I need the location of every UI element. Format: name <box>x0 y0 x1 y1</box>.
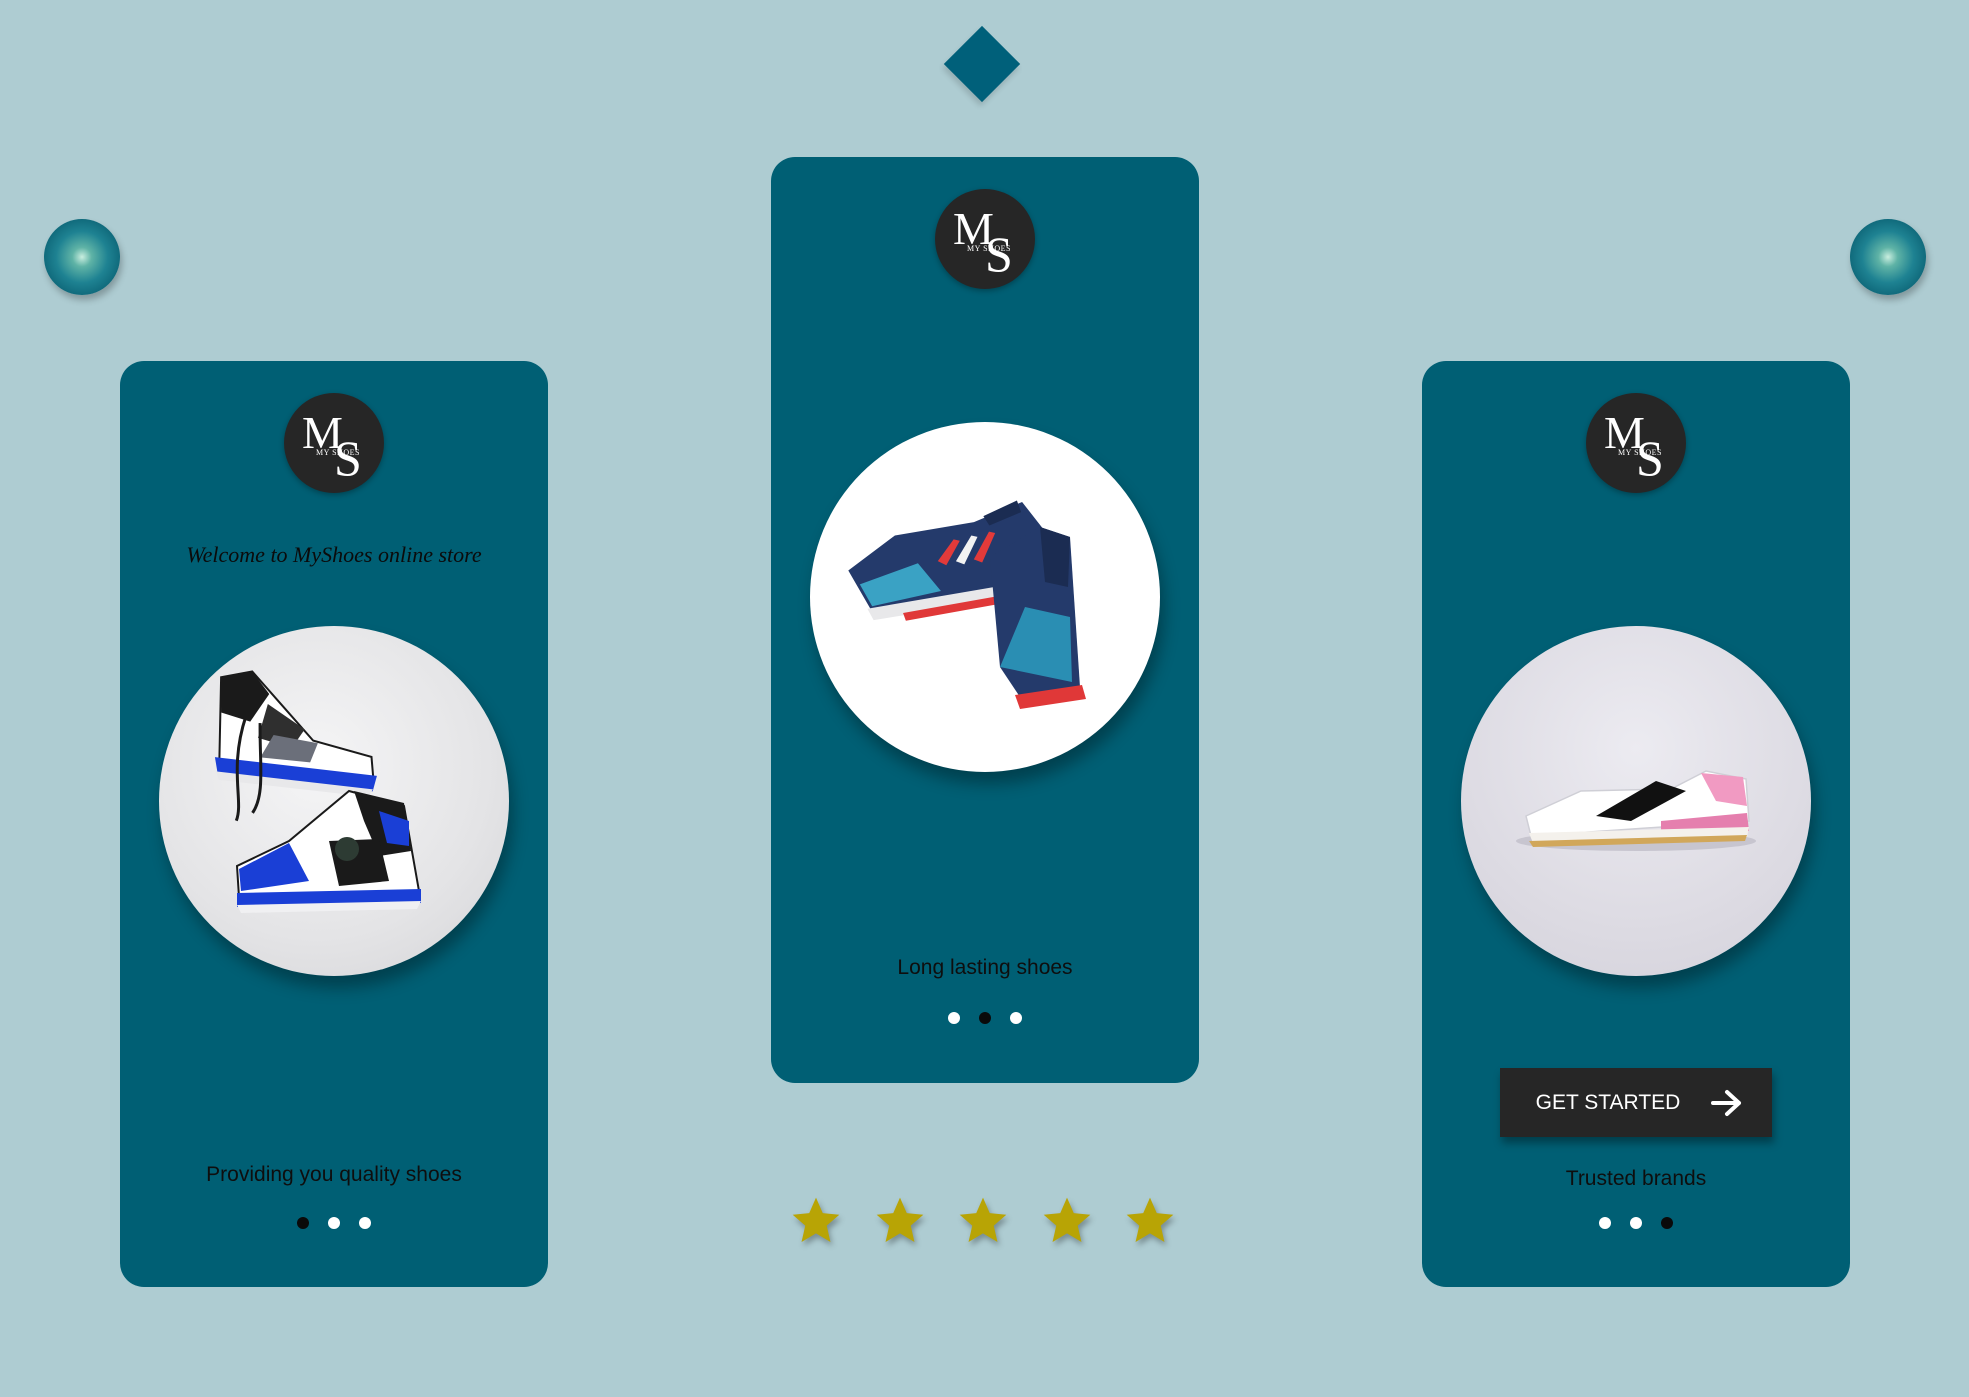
svg-text:S: S <box>1636 430 1664 486</box>
page-indicator <box>120 1217 548 1229</box>
svg-text:S: S <box>985 226 1013 282</box>
page-dot[interactable] <box>359 1217 371 1229</box>
onboarding-screen-3: M S MY SHOES GET STARTED Trusted brands <box>1422 361 1850 1287</box>
get-started-label: GET STARTED <box>1535 1090 1681 1114</box>
star-icon <box>872 1193 928 1253</box>
onboarding-screen-2: M S MY SHOES Long lasting shoes <box>771 157 1199 1083</box>
star-icon <box>1122 1193 1178 1253</box>
page-dot[interactable] <box>948 1012 960 1024</box>
brand-logo: M S MY SHOES <box>284 393 384 493</box>
shoe-photo <box>810 422 1160 772</box>
brand-logo: M S MY SHOES <box>1586 393 1686 493</box>
rating-stars <box>788 1193 1178 1253</box>
caption: Trusted brands <box>1565 1167 1707 1190</box>
page-indicator <box>771 1012 1199 1024</box>
star-icon <box>1039 1193 1095 1253</box>
star-icon <box>955 1193 1011 1253</box>
star-icon <box>788 1193 844 1253</box>
page-dot[interactable] <box>979 1012 991 1024</box>
get-started-button[interactable]: GET STARTED <box>1500 1068 1772 1137</box>
caption: Long lasting shoes <box>897 956 1073 979</box>
page-dot[interactable] <box>297 1217 309 1229</box>
diamond-icon <box>943 25 1021 103</box>
onboarding-screen-1: M S MY SHOES Welcome to MyShoes online s… <box>120 361 548 1287</box>
shoe-photo <box>1461 626 1811 976</box>
shoe-photo <box>159 626 509 976</box>
arrow-right-icon <box>1711 1089 1742 1116</box>
welcome-text: Welcome to MyShoes online store <box>186 542 482 567</box>
caption: Providing you quality shoes <box>206 1163 462 1186</box>
page-dot[interactable] <box>1599 1217 1611 1229</box>
svg-text:MY SHOES: MY SHOES <box>967 244 1011 253</box>
svg-text:MY SHOES: MY SHOES <box>1618 448 1662 457</box>
brand-logo: M S MY SHOES <box>935 189 1035 289</box>
page-dot[interactable] <box>328 1217 340 1229</box>
page-dot[interactable] <box>1630 1217 1642 1229</box>
orb-icon <box>44 219 120 295</box>
svg-text:S: S <box>334 430 362 486</box>
page-indicator <box>1422 1217 1850 1229</box>
orb-icon <box>1850 219 1926 295</box>
page-dot[interactable] <box>1010 1012 1022 1024</box>
svg-text:MY SHOES: MY SHOES <box>316 448 360 457</box>
page-dot[interactable] <box>1661 1217 1673 1229</box>
